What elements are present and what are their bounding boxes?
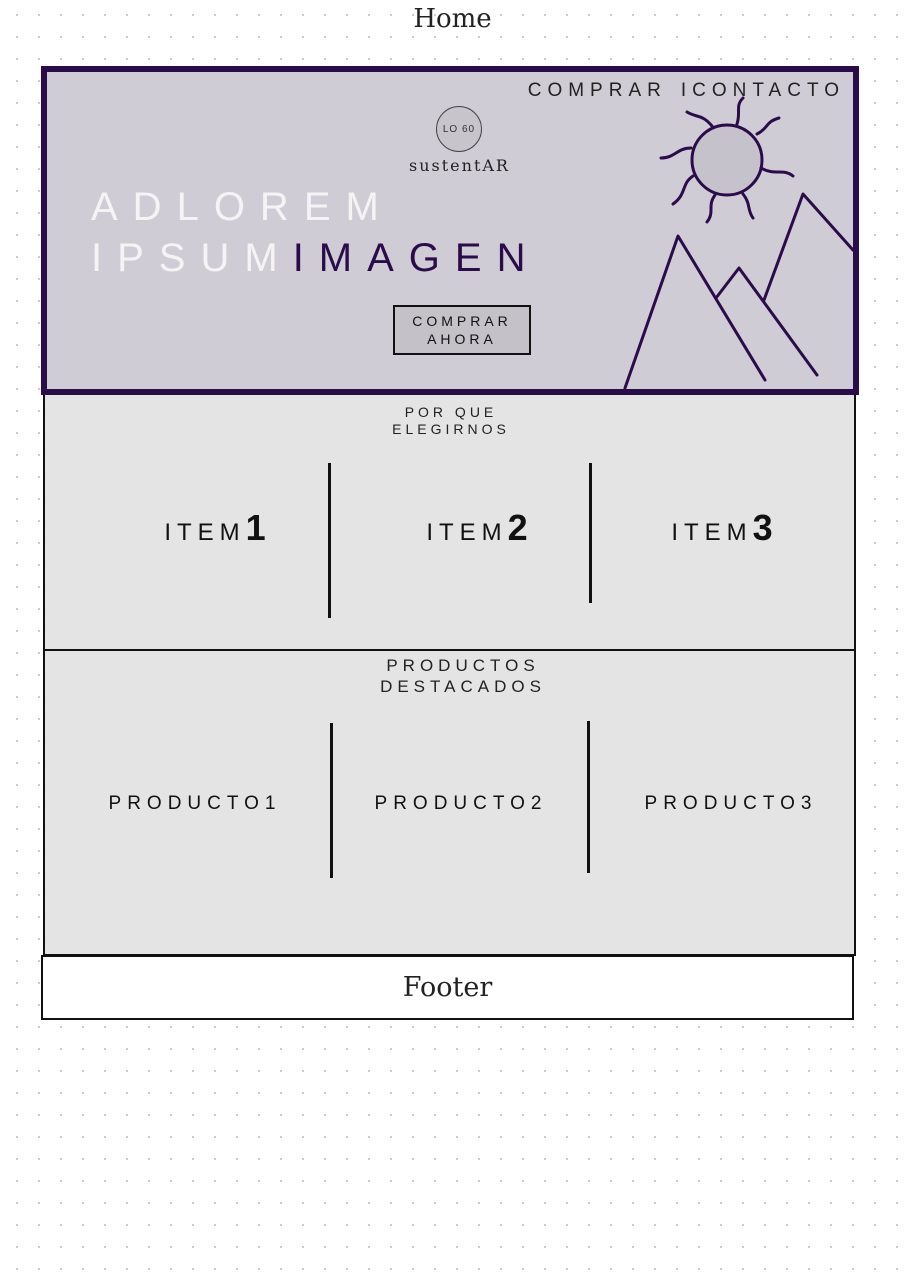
headline-line-2: IPSUMIMAGEN: [91, 233, 540, 284]
headline-line-1: ADLOREM: [91, 185, 394, 229]
logo-text: LO 60: [442, 123, 476, 135]
feature-item-number: 3: [752, 507, 773, 548]
section-title-why: POR QUE ELEGIRNOS: [392, 404, 510, 437]
brand-name: sustentAR: [409, 156, 510, 175]
hero-headline: ADLOREM IPSUMIMAGEN: [91, 182, 540, 284]
product-card-3[interactable]: PRODUCTO3: [611, 793, 851, 815]
section-title-products: PRODUCTOS DESTACADOS: [380, 656, 546, 696]
feature-item-number: 2: [507, 507, 528, 548]
top-nav: COMPRAR ICONTACTO: [528, 80, 845, 102]
why-choose-us-section: POR QUE ELEGIRNOS ITEM1 ITEM2 ITEM3: [43, 395, 856, 651]
nav-contacto[interactable]: ICONTACTO: [681, 80, 845, 102]
column-divider: [589, 463, 592, 603]
product-card-2[interactable]: PRODUCTO2: [341, 793, 581, 815]
headline-word-light: IPSUM: [91, 236, 293, 280]
column-divider: [328, 463, 331, 618]
feature-item-label: ITEM: [426, 519, 508, 546]
headline-word-accent: IMAGEN: [292, 236, 541, 280]
hero-banner: COMPRAR ICONTACTO LO 60 sustentAR ADLORE…: [41, 66, 859, 395]
column-divider: [330, 723, 333, 878]
feature-item-1: ITEM1: [105, 507, 325, 549]
feature-item-2: ITEM2: [367, 507, 587, 549]
footer: Footer: [41, 955, 854, 1020]
feature-item-label: ITEM: [671, 519, 753, 546]
page-title: Home: [413, 4, 492, 34]
nav-comprar[interactable]: COMPRAR: [528, 80, 667, 102]
featured-products-section: PRODUCTOS DESTACADOS PRODUCTO1 PRODUCTO2…: [43, 651, 856, 956]
logo[interactable]: LO 60: [436, 106, 482, 152]
product-card-1[interactable]: PRODUCTO1: [75, 793, 315, 815]
feature-item-label: ITEM: [164, 519, 246, 546]
footer-label: Footer: [402, 972, 493, 1003]
comprar-ahora-button[interactable]: COMPRAR AHORA: [393, 305, 531, 355]
feature-item-3: ITEM3: [612, 507, 832, 549]
feature-item-number: 1: [245, 507, 266, 548]
column-divider: [587, 721, 590, 873]
